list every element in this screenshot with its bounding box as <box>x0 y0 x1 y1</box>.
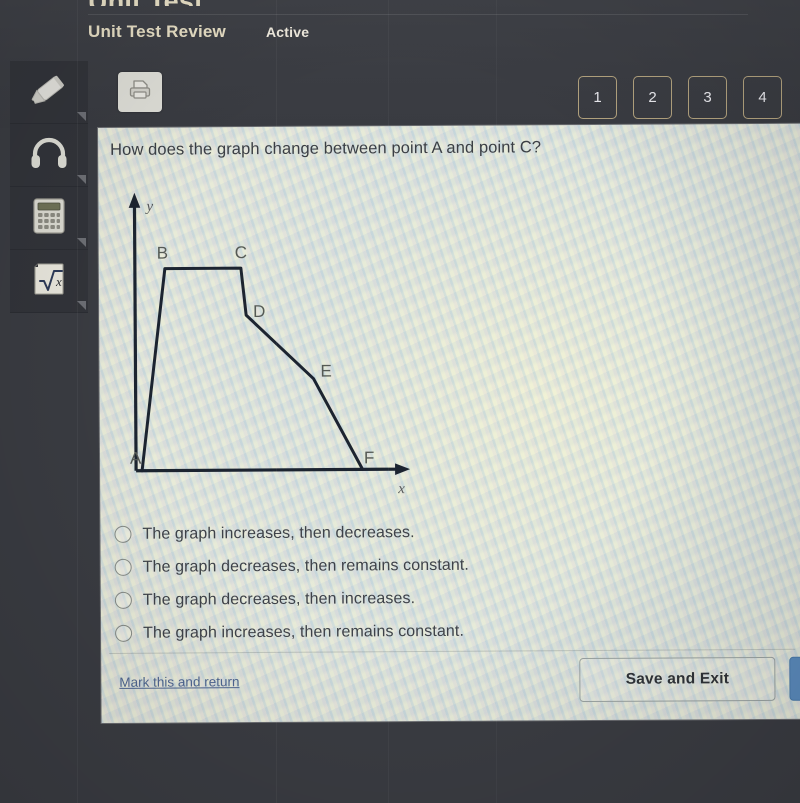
question-number-3[interactable]: 3 <box>688 76 727 119</box>
status-badge: Active <box>265 24 310 40</box>
y-axis-label: y <box>144 199 153 215</box>
answer-option-label-4: The graph increases, then remains consta… <box>143 622 465 642</box>
sidebar-item-calculator[interactable] <box>10 187 88 250</box>
footer-divider <box>109 648 796 654</box>
screen: Unit Test Unit Test Review Active <box>0 0 800 803</box>
answer-options: The graph increases, then decreases. The… <box>114 518 469 648</box>
header-divider <box>88 14 748 15</box>
graph-svg: y x A B C D E F <box>128 192 411 497</box>
answer-option-label-3: The graph decreases, then increases. <box>142 589 416 609</box>
graph-point-label-F: F <box>364 448 375 467</box>
subtitle-row: Unit Test Review Active <box>88 22 309 42</box>
radio-button-2[interactable] <box>114 558 132 576</box>
print-button[interactable] <box>118 72 162 112</box>
graph-point-label-E: E <box>320 362 331 381</box>
question-number-1[interactable]: 1 <box>578 76 617 119</box>
calculator-icon <box>30 196 68 241</box>
sidebar-item-read-aloud[interactable] <box>10 124 88 187</box>
mark-this-and-return-link[interactable]: Mark this and return <box>119 674 239 690</box>
page-title: Unit Test <box>88 0 203 6</box>
graph-figure: y x A B C D E F <box>104 181 436 503</box>
radio-button-4[interactable] <box>115 624 133 642</box>
highlighter-icon <box>26 70 72 115</box>
answer-option-1[interactable]: The graph increases, then decreases. <box>114 518 468 549</box>
square-root-icon: x <box>29 259 69 304</box>
printer-icon <box>127 78 153 107</box>
save-and-exit-button[interactable]: Save and Exit <box>579 656 776 703</box>
question-number-4[interactable]: 4 <box>743 76 782 119</box>
radio-button-3[interactable] <box>114 591 132 609</box>
answer-option-2[interactable]: The graph decreases, then remains consta… <box>114 551 469 582</box>
graph-axes <box>128 192 411 475</box>
sidebar-item-formula-sheet[interactable]: x <box>10 250 88 313</box>
question-card: How does the graph change between point … <box>98 123 800 723</box>
tool-rail: x <box>10 61 88 313</box>
graph-point-label-D: D <box>253 302 265 321</box>
answer-option-label-1: The graph increases, then decreases. <box>142 523 415 543</box>
headphones-icon <box>27 134 71 177</box>
answer-option-label-2: The graph decreases, then remains consta… <box>142 556 469 576</box>
graph-point-label-C: C <box>235 243 247 262</box>
svg-text:x: x <box>55 274 62 289</box>
radio-button-1[interactable] <box>114 525 132 543</box>
card-footer: Mark this and return Save and Exit <box>101 648 800 723</box>
question-number-2[interactable]: 2 <box>633 76 672 119</box>
question-number-nav: 1 2 3 4 <box>578 76 782 119</box>
sidebar-item-highlighter[interactable] <box>10 61 88 124</box>
graph-point-label-B: B <box>157 244 168 263</box>
graph-point-label-A: A <box>130 449 142 468</box>
answer-option-3[interactable]: The graph decreases, then increases. <box>114 584 469 615</box>
question-text: How does the graph change between point … <box>110 138 542 159</box>
answer-option-4[interactable]: The graph increases, then remains consta… <box>115 617 469 648</box>
unit-test-review-label: Unit Test Review <box>88 22 226 41</box>
x-axis-label: x <box>397 481 405 497</box>
next-button[interactable] <box>789 656 800 701</box>
